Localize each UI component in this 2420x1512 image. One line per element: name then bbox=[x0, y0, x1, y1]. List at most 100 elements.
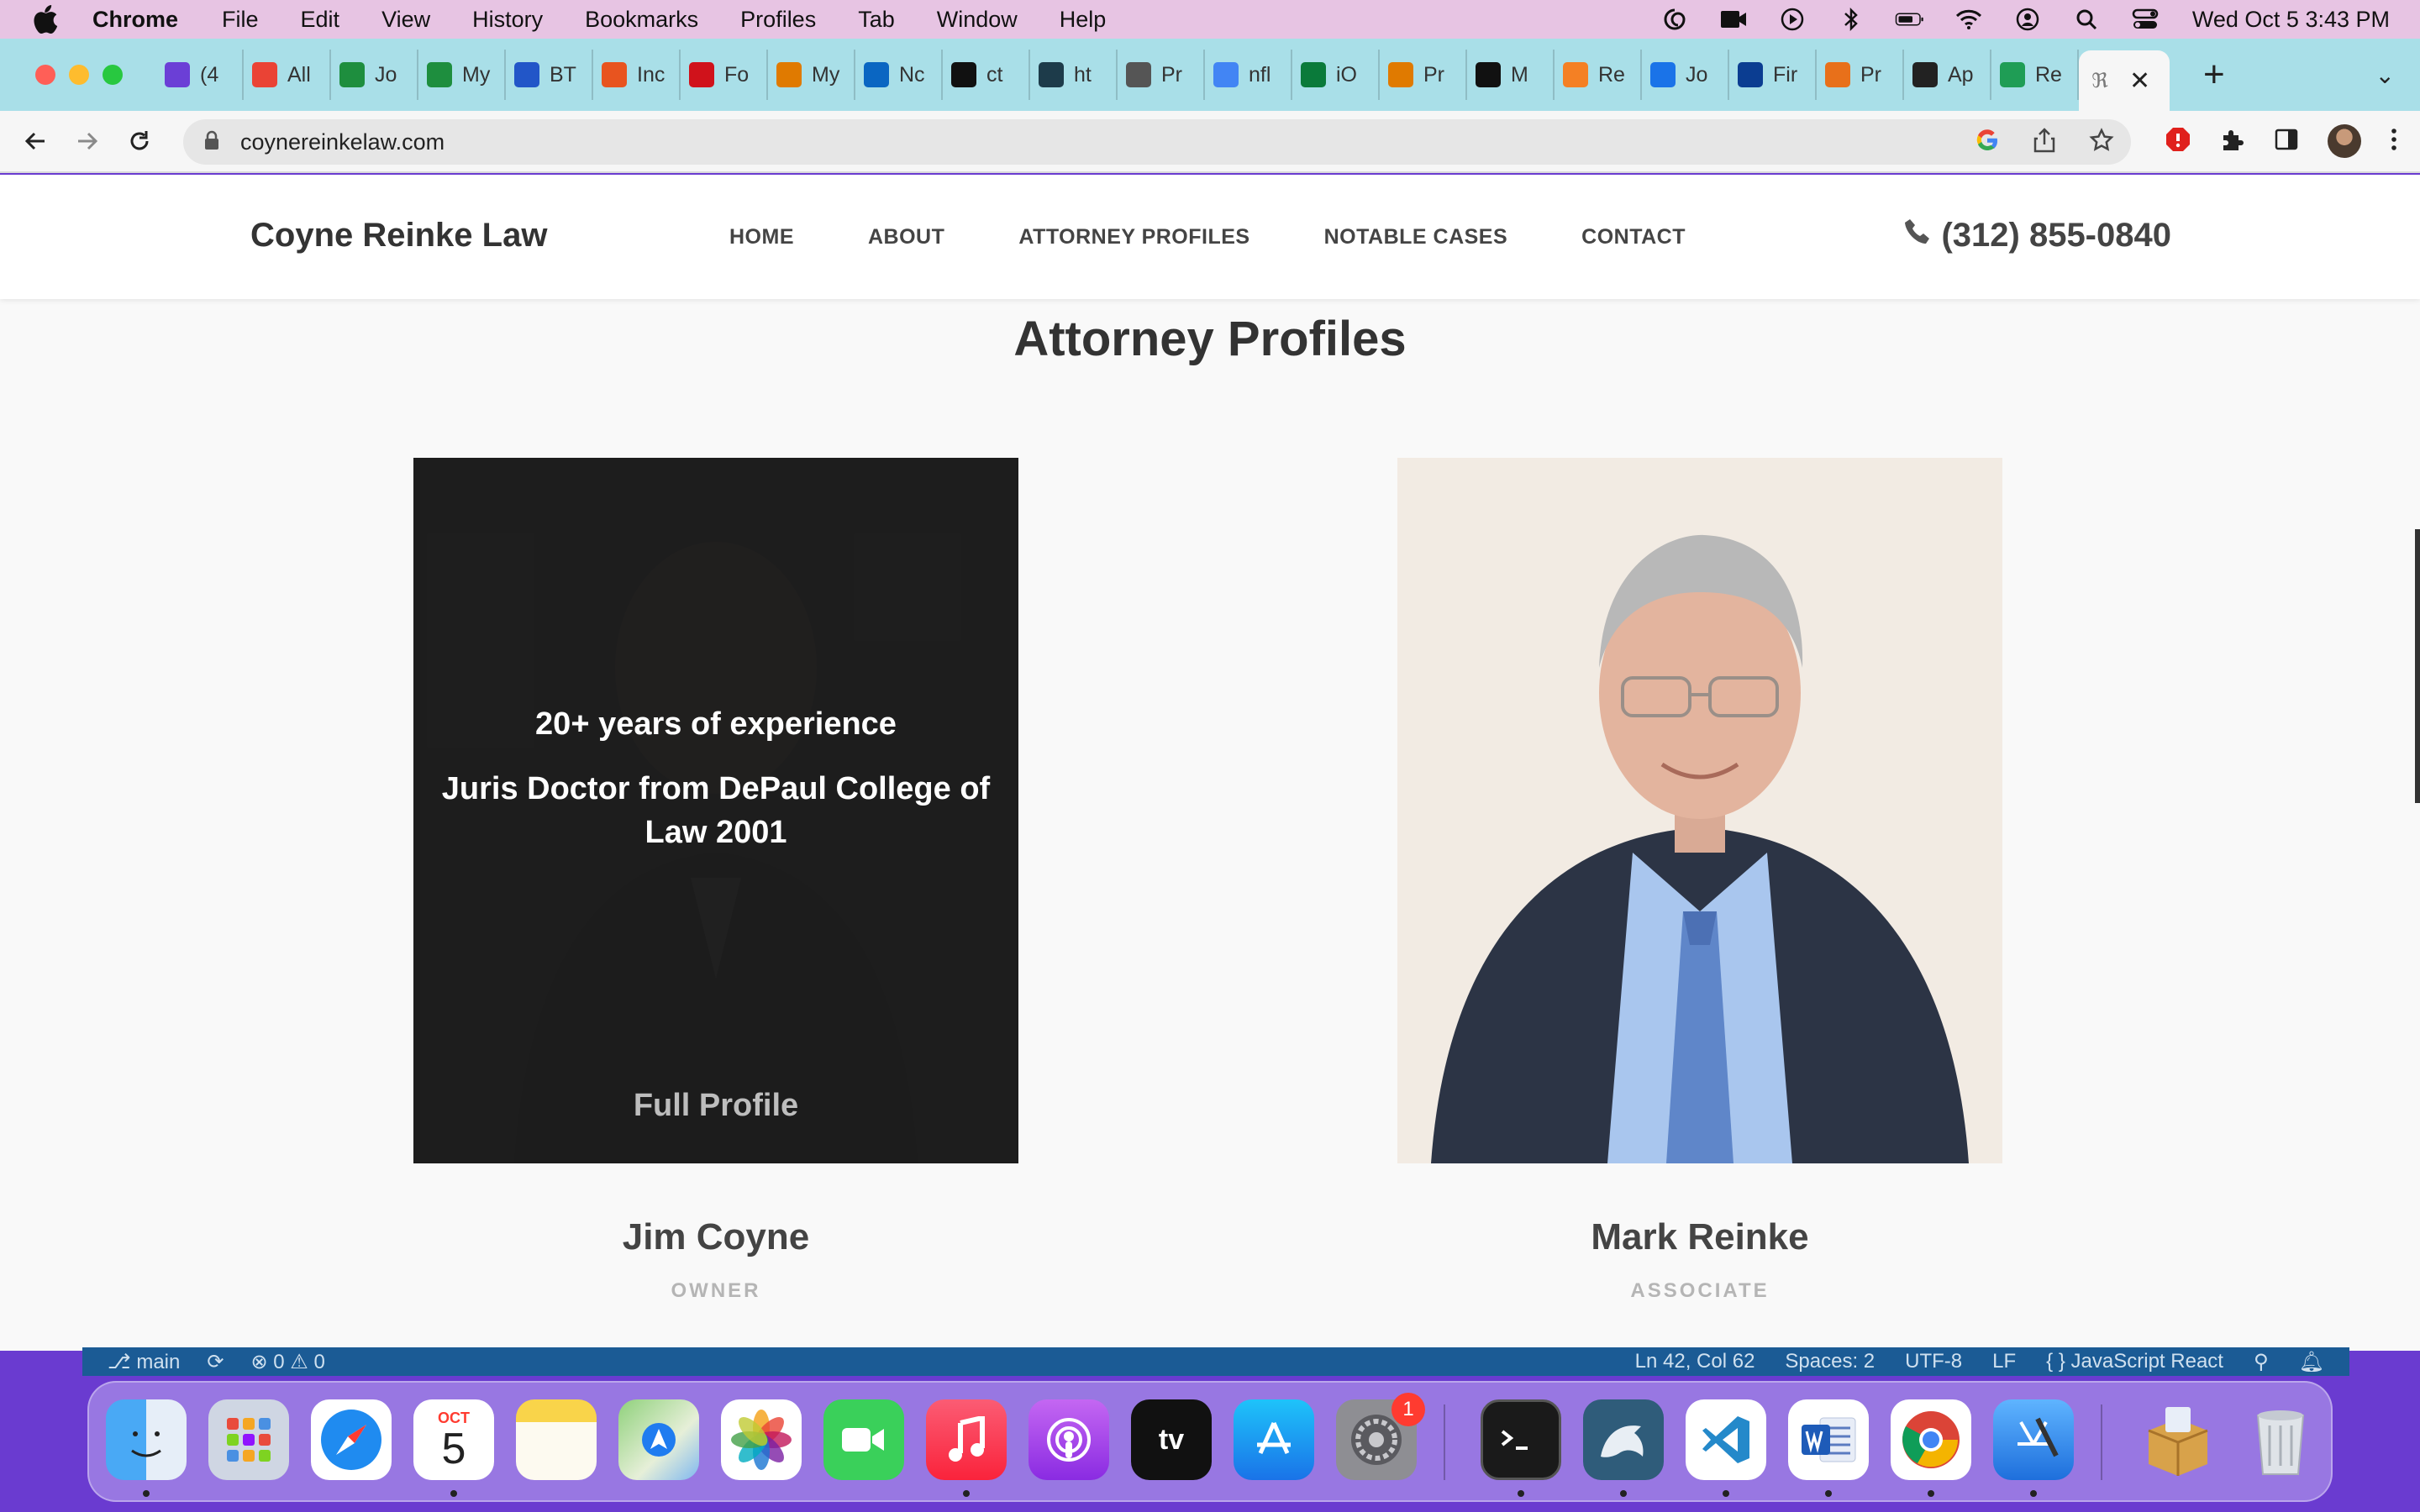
terminal-icon[interactable] bbox=[1481, 1399, 1561, 1480]
nav-about[interactable]: ABOUT bbox=[868, 225, 944, 249]
adblock-extension-icon[interactable] bbox=[2165, 126, 2191, 157]
new-tab-button[interactable]: + bbox=[2203, 54, 2225, 96]
eol-status[interactable]: LF bbox=[1992, 1350, 2016, 1373]
menu-tab[interactable]: Tab bbox=[858, 7, 895, 33]
browser-tab[interactable]: My bbox=[418, 50, 506, 100]
calendar-icon[interactable]: OCT 5 bbox=[413, 1399, 494, 1480]
browser-tab[interactable]: ht bbox=[1030, 50, 1118, 100]
active-tab[interactable]: ℜ ✕ bbox=[2079, 50, 2170, 111]
play-status-icon[interactable] bbox=[1777, 7, 1807, 32]
music-icon[interactable] bbox=[926, 1399, 1007, 1480]
browser-tab[interactable]: Nc bbox=[855, 50, 943, 100]
finder-icon[interactable] bbox=[106, 1399, 187, 1480]
spotlight-search-icon[interactable] bbox=[2071, 7, 2102, 32]
zoom-window-button[interactable] bbox=[103, 65, 123, 85]
lock-icon[interactable] bbox=[203, 130, 220, 155]
encoding-status[interactable]: UTF-8 bbox=[1905, 1350, 1962, 1373]
app-store-icon[interactable] bbox=[1234, 1399, 1314, 1480]
microsoft-word-icon[interactable] bbox=[1788, 1399, 1869, 1480]
browser-tab[interactable]: M bbox=[1467, 50, 1555, 100]
apple-menu-icon[interactable] bbox=[29, 3, 62, 36]
menu-bookmarks[interactable]: Bookmarks bbox=[585, 7, 698, 33]
browser-tab[interactable]: Fo bbox=[681, 50, 768, 100]
launchpad-icon[interactable] bbox=[208, 1399, 289, 1480]
apple-tv-icon[interactable]: tv bbox=[1131, 1399, 1212, 1480]
archive-utility-icon[interactable] bbox=[2138, 1399, 2218, 1480]
attorney-card-mark-reinke[interactable] bbox=[1397, 458, 2002, 1163]
page-scrollbar-thumb[interactable] bbox=[2415, 529, 2420, 803]
browser-tab[interactable]: iO bbox=[1292, 50, 1380, 100]
browser-tab[interactable]: nfl bbox=[1205, 50, 1292, 100]
browser-tab[interactable]: Re bbox=[1555, 50, 1642, 100]
browser-tab[interactable]: My bbox=[768, 50, 855, 100]
podcasts-icon[interactable] bbox=[1028, 1399, 1109, 1480]
share-icon[interactable] bbox=[2033, 127, 2055, 157]
minimize-window-button[interactable] bbox=[69, 65, 89, 85]
browser-tab[interactable]: Inc bbox=[593, 50, 681, 100]
bookmark-star-icon[interactable] bbox=[2089, 127, 2114, 157]
battery-icon[interactable] bbox=[1895, 7, 1925, 32]
language-mode[interactable]: { } JavaScript React bbox=[2046, 1350, 2223, 1373]
wifi-icon[interactable] bbox=[1954, 7, 1984, 32]
spiral-status-icon[interactable] bbox=[1660, 7, 1690, 32]
browser-tab[interactable]: Pr bbox=[1817, 50, 1904, 100]
tab-search-chevron-icon[interactable]: ⌄ bbox=[2375, 61, 2395, 89]
browser-tab[interactable]: Ap bbox=[1904, 50, 1991, 100]
git-branch-status[interactable]: ⎇ main bbox=[108, 1350, 180, 1374]
chrome-menu-icon[interactable] bbox=[2390, 127, 2398, 156]
menu-app-name[interactable]: Chrome bbox=[92, 7, 178, 33]
browser-tab[interactable]: ct bbox=[943, 50, 1030, 100]
maps-icon[interactable] bbox=[618, 1399, 699, 1480]
nav-home[interactable]: HOME bbox=[729, 225, 794, 249]
profile-avatar[interactable] bbox=[2328, 124, 2361, 158]
browser-tab[interactable]: Jo bbox=[331, 50, 418, 100]
site-brand[interactable]: Coyne Reinke Law bbox=[250, 217, 547, 255]
notifications-bell-icon[interactable]: 🔔︎ bbox=[2299, 1350, 2324, 1374]
cursor-position[interactable]: Ln 42, Col 62 bbox=[1635, 1350, 1755, 1373]
attorney-card-jim-coyne[interactable]: 20+ years of experience Juris Doctor fro… bbox=[413, 458, 1018, 1163]
browser-tab[interactable]: Fir bbox=[1729, 50, 1817, 100]
forward-button[interactable] bbox=[71, 124, 104, 158]
trash-icon[interactable] bbox=[2240, 1399, 2321, 1480]
attorney-name-mark-reinke[interactable]: Mark Reinke bbox=[1397, 1216, 2002, 1258]
full-profile-link[interactable]: Full Profile bbox=[413, 1088, 1018, 1124]
browser-tab[interactable]: Jo bbox=[1642, 50, 1729, 100]
control-center-icon[interactable] bbox=[2130, 7, 2160, 32]
side-panel-icon[interactable] bbox=[2274, 127, 2299, 156]
vscode-icon[interactable] bbox=[1686, 1399, 1766, 1480]
system-preferences-icon[interactable]: 1 bbox=[1336, 1393, 1425, 1480]
browser-tab[interactable]: Re bbox=[1991, 50, 2079, 100]
safari-icon[interactable] bbox=[311, 1399, 392, 1480]
user-account-icon[interactable] bbox=[2012, 7, 2043, 32]
back-button[interactable] bbox=[18, 124, 52, 158]
mysql-workbench-icon[interactable] bbox=[1583, 1399, 1664, 1480]
browser-tab[interactable]: Pr bbox=[1380, 50, 1467, 100]
menu-bar-clock[interactable]: Wed Oct 5 3:43 PM bbox=[2192, 7, 2390, 33]
attorney-name-jim-coyne[interactable]: Jim Coyne bbox=[413, 1216, 1018, 1258]
nav-attorney-profiles[interactable]: ATTORNEY PROFILES bbox=[1018, 225, 1249, 249]
url-text[interactable]: coynereinkelaw.com bbox=[240, 129, 445, 155]
bluetooth-icon[interactable] bbox=[1836, 7, 1866, 32]
close-tab-icon[interactable]: ✕ bbox=[2129, 66, 2150, 96]
problems-status[interactable]: ⊗ 0 ⚠ 0 bbox=[250, 1350, 324, 1374]
close-window-button[interactable] bbox=[35, 65, 55, 85]
nav-notable-cases[interactable]: NOTABLE CASES bbox=[1324, 225, 1508, 249]
reload-button[interactable] bbox=[123, 124, 156, 158]
sync-icon[interactable]: ⟳ bbox=[207, 1350, 224, 1374]
phone-link[interactable]: (312) 855-0840 bbox=[1904, 217, 2171, 255]
indentation-status[interactable]: Spaces: 2 bbox=[1785, 1350, 1875, 1373]
notes-icon[interactable] bbox=[516, 1399, 597, 1480]
menu-profiles[interactable]: Profiles bbox=[740, 7, 816, 33]
feedback-icon[interactable]: ⚲ bbox=[2254, 1350, 2269, 1374]
address-bar[interactable]: coynereinkelaw.com bbox=[183, 119, 2131, 165]
nav-contact[interactable]: CONTACT bbox=[1581, 225, 1686, 249]
google-lens-icon[interactable] bbox=[1975, 128, 2000, 157]
menu-help[interactable]: Help bbox=[1060, 7, 1107, 33]
menu-edit[interactable]: Edit bbox=[301, 7, 340, 33]
xcode-icon[interactable] bbox=[1993, 1399, 2074, 1480]
camera-status-icon[interactable] bbox=[1718, 7, 1749, 32]
menu-file[interactable]: File bbox=[222, 7, 259, 33]
browser-tab[interactable]: Pr bbox=[1118, 50, 1205, 100]
browser-tab[interactable]: BT bbox=[506, 50, 593, 100]
menu-history[interactable]: History bbox=[472, 7, 543, 33]
